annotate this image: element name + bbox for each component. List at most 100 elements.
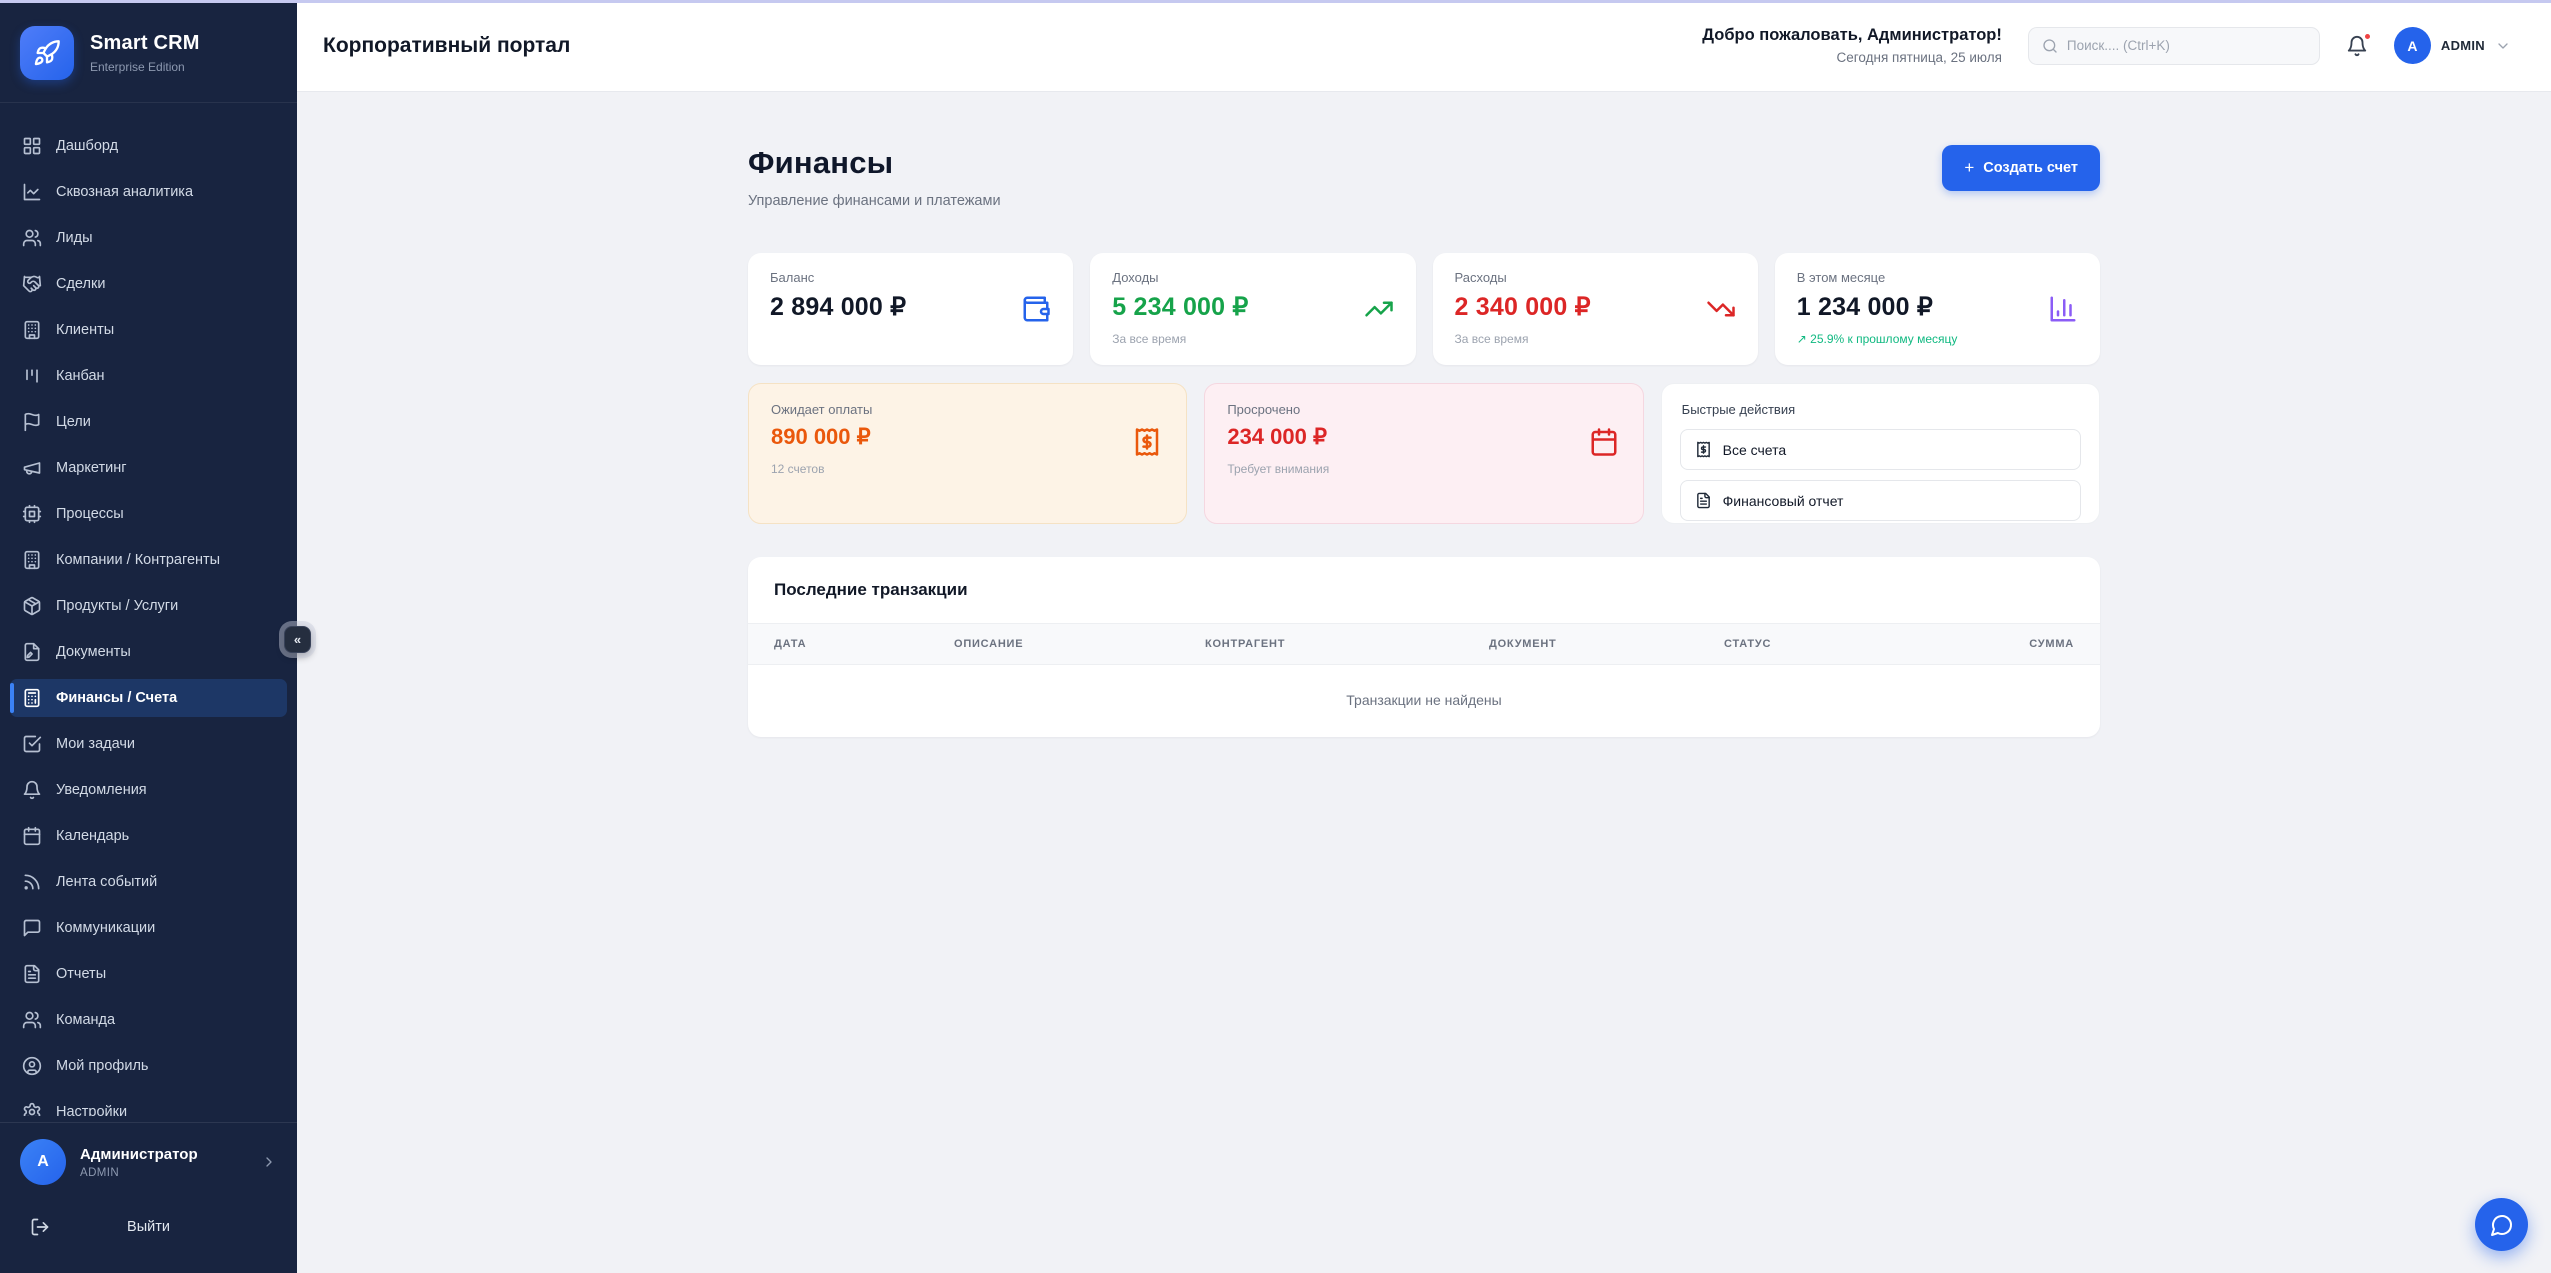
sidebar-item-label: Сделки — [56, 276, 105, 292]
users-icon — [22, 1010, 42, 1030]
sidebar-item-profile[interactable]: Мой профиль — [10, 1047, 287, 1085]
user-role-label: ADMIN — [2441, 38, 2485, 53]
table-column-header: СУММА — [1924, 638, 2074, 650]
search-box[interactable] — [2028, 27, 2320, 65]
sidebar-profile[interactable]: A Администратор ADMIN — [0, 1123, 297, 1201]
quick-actions-title: Быстрые действия — [1682, 402, 2081, 417]
sidebar-item-products[interactable]: Продукты / Услуги — [10, 587, 287, 625]
megaphone-icon — [22, 458, 42, 478]
sidebar-item-label: Продукты / Услуги — [56, 598, 178, 614]
line-chart-icon: viewBox="0 0 24 24" fill="none" stroke="… — [22, 182, 42, 202]
users-icon — [22, 228, 42, 248]
file-text-icon — [1695, 492, 1712, 509]
sidebar-item-label: Канбан — [56, 368, 105, 384]
search-input[interactable] — [2067, 38, 2306, 53]
alert-label: Ожидает оплаты — [771, 402, 1164, 417]
sidebar-item-team[interactable]: Команда — [10, 1001, 287, 1039]
settings-icon — [22, 1102, 42, 1116]
alert-label: Просрочено — [1227, 402, 1620, 417]
sidebar-item-label: Процессы — [56, 506, 124, 522]
rss-icon — [22, 872, 42, 892]
rocket-logo-icon — [20, 26, 74, 80]
notifications-button[interactable] — [2346, 35, 2368, 57]
file-pen-icon — [22, 642, 42, 662]
sidebar-item-clients[interactable]: Клиенты — [10, 311, 287, 349]
sidebar-collapse-button[interactable]: « — [284, 626, 311, 653]
transactions-table-header: ДАТАОПИСАНИЕКОНТРАГЕНТДОКУМЕНТСТАТУССУММ… — [748, 623, 2100, 665]
sidebar-item-tasks[interactable]: Мои задачи — [10, 725, 287, 763]
trending-down-icon — [1706, 294, 1736, 324]
sidebar-item-analytics[interactable]: viewBox="0 0 24 24" fill="none" stroke="… — [10, 173, 287, 211]
receipt-dollar-icon — [1695, 441, 1712, 458]
sidebar-item-settings[interactable]: Настройки — [10, 1093, 287, 1116]
grid-icon — [22, 136, 42, 156]
sidebar-item-label: Уведомления — [56, 782, 147, 798]
date-text: Сегодня пятница, 25 июля — [1702, 50, 2002, 65]
alert-caption: 12 счетов — [771, 462, 1164, 476]
building-icon — [22, 550, 42, 570]
app-logo-block[interactable]: Smart CRM Enterprise Edition — [0, 0, 297, 102]
main-area: Корпоративный портал Добро пожаловать, А… — [297, 0, 2551, 1273]
quick-action-finance-report[interactable]: Финансовый отчет — [1680, 480, 2081, 521]
stats-grid: Баланс2 894 000 ₽Доходы5 234 000 ₽За все… — [748, 253, 2100, 365]
stat-value: 2 894 000 ₽ — [770, 292, 1051, 322]
create-invoice-label: Создать счет — [1983, 160, 2078, 176]
sidebar-item-label: Финансы / Счета — [56, 690, 177, 706]
avatar: A — [20, 1139, 66, 1185]
quick-action-all-invoices[interactable]: Все счета — [1680, 429, 2081, 470]
alert-card-pending: Ожидает оплаты890 000 ₽12 счетов — [748, 383, 1187, 524]
sidebar-item-label: Лента событий — [56, 874, 157, 890]
sidebar-item-calendar[interactable]: Календарь — [10, 817, 287, 855]
sidebar-item-label: Команда — [56, 1012, 115, 1028]
sidebar-item-marketing[interactable]: Маркетинг — [10, 449, 287, 487]
stat-caption: За все время — [1112, 332, 1393, 346]
calendar-icon — [1589, 427, 1619, 457]
stat-label: Расходы — [1455, 270, 1736, 285]
flag-icon — [22, 412, 42, 432]
package-icon — [22, 596, 42, 616]
table-column-header: ДОКУМЕНТ — [1489, 638, 1724, 650]
stat-value: 1 234 000 ₽ — [1797, 292, 2078, 322]
sidebar-item-documents[interactable]: Документы — [10, 633, 287, 671]
sidebar-item-leads[interactable]: Лиды — [10, 219, 287, 257]
stat-label: В этом месяце — [1797, 270, 2078, 285]
sidebar-item-companies[interactable]: Компании / Контрагенты — [10, 541, 287, 579]
user-menu[interactable]: A ADMIN — [2394, 27, 2511, 64]
profile-name: Администратор — [80, 1146, 198, 1163]
sidebar-nav: Дашборд viewBox="0 0 24 24" fill="none" … — [0, 113, 297, 1116]
stat-caption: За все время — [1455, 332, 1736, 346]
sidebar-item-label: Календарь — [56, 828, 129, 844]
sidebar-item-reports[interactable]: Отчеты — [10, 955, 287, 993]
sidebar-item-dashboard[interactable]: Дашборд — [10, 127, 287, 165]
create-invoice-button[interactable]: + Создать счет — [1942, 145, 2100, 191]
cpu-icon — [22, 504, 42, 524]
wallet-icon — [1021, 294, 1051, 324]
sidebar-item-label: Отчеты — [56, 966, 106, 982]
sidebar-item-label: Клиенты — [56, 322, 114, 338]
file-text-icon — [22, 964, 42, 984]
user-circle-icon — [22, 1056, 42, 1076]
chevron-right-icon — [261, 1154, 277, 1170]
sidebar-item-processes[interactable]: Процессы — [10, 495, 287, 533]
sidebar: Smart CRM Enterprise Edition Дашборд vie… — [0, 0, 297, 1273]
quick-actions-card: Быстрые действия Все счета Финансовый отче… — [1661, 383, 2100, 524]
sidebar-item-notifications[interactable]: Уведомления — [10, 771, 287, 809]
stat-value: 5 234 000 ₽ — [1112, 292, 1393, 322]
sidebar-item-goals[interactable]: Цели — [10, 403, 287, 441]
bar-chart-icon — [2048, 294, 2078, 324]
sidebar-item-feed[interactable]: Лента событий — [10, 863, 287, 901]
transactions-empty-message: Транзакции не найдены — [748, 665, 2100, 737]
table-column-header: СТАТУС — [1724, 638, 1924, 650]
sidebar-item-finance[interactable]: Финансы / Счета — [10, 679, 287, 717]
page-title: Финансы — [748, 145, 1001, 181]
stat-label: Доходы — [1112, 270, 1393, 285]
sidebar-item-communications[interactable]: Коммуникации — [10, 909, 287, 947]
table-column-header: ОПИСАНИЕ — [954, 638, 1205, 650]
chat-button[interactable] — [2475, 1198, 2528, 1251]
transactions-card: Последние транзакции ДАТАОПИСАНИЕКОНТРАГ… — [748, 557, 2100, 737]
chat-bubble-icon — [2490, 1213, 2514, 1237]
sidebar-item-kanban[interactable]: Канбан — [10, 357, 287, 395]
logout-button[interactable]: Выйти — [18, 1207, 279, 1247]
sidebar-item-deals[interactable]: Сделки — [10, 265, 287, 303]
alert-value: 234 000 ₽ — [1227, 424, 1620, 450]
